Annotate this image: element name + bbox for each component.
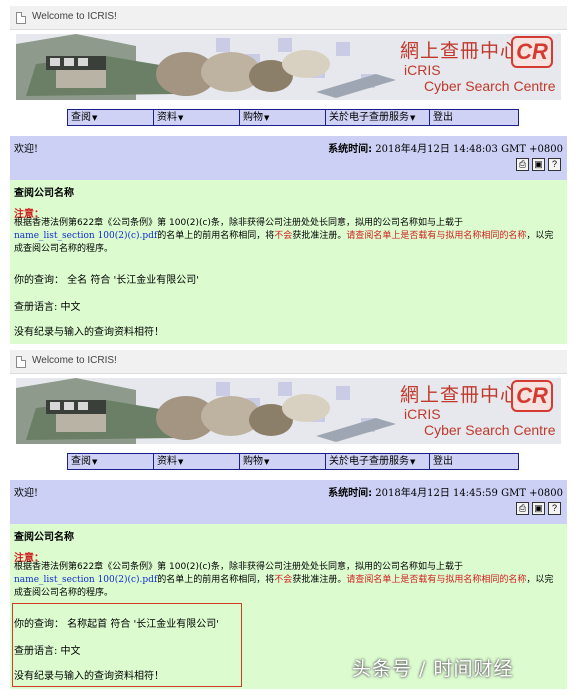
notice-text: 获批准注册。 [292,575,347,585]
menu-label: 购物 [243,112,263,123]
banner-cyber-search-text: Cyber Search Centre [424,422,556,438]
page-icon [16,356,26,368]
menu-label: 登出 [433,456,453,467]
help-icon[interactable]: ? [548,502,561,515]
query-text: 你的查询： 全名 符合 '长江金业有限公司' [14,275,200,286]
banner-icris-text: iCRIS [404,62,441,78]
banner-cyber-search-text: Cyber Search Centre [424,78,556,94]
menu-label: 资料 [157,112,177,123]
cr-logo: CR [511,36,553,68]
printer-icon[interactable]: ⎙ [516,158,529,171]
caret-down-icon: ▼ [178,114,184,122]
caret-down-icon: ▼ [92,114,98,122]
menu-logout[interactable]: 登出 [430,110,518,125]
caret-down-icon: ▼ [264,458,270,466]
menu-shopping[interactable]: 购物▼ [240,454,326,469]
menu-info[interactable]: 资料▼ [154,454,240,469]
result-message: 没有纪录与输入的查询资料相符！ [14,671,164,682]
page-heading: 查阅公司名称 [14,532,74,543]
search-language: 查册语言: 中文 [14,646,81,657]
name-list-pdf-link[interactable]: name_list_section 100(2)(c).pdf [14,231,157,241]
save-icon[interactable]: ▣ [532,158,545,171]
notice-text: 根据香港法例第622章《公司条例》第 100(2)(c)条，除非获得公司注册处处… [14,562,463,572]
icris-screenshot-2: Welcome to ICRIS! 網上查冊中心 CR iCRIS Cyber … [10,350,567,689]
notice-text: 的名单上的前用名称相同，将 [157,231,275,241]
menu-label: 登出 [433,112,453,123]
help-icon[interactable]: ? [548,158,561,171]
menu-label: 关於电子查册服务 [329,112,409,123]
tab-title: Welcome to ICRIS! [32,355,117,366]
notice-warning: 不会 [274,575,293,585]
query-text: 你的查询： 名称起首 符合 '长江金业有限公司' [14,619,220,630]
welcome-text: 欢迎! [14,144,39,155]
search-result-content: 查阅公司名称 注意： 根据香港法例第622章《公司条例》第 100(2)(c)条… [10,180,567,344]
system-time-value: 2018年4月12日 14:45:59 GMT +0800 [375,488,563,499]
notice-text: 根据香港法例第622章《公司条例》第 100(2)(c)条，除非获得公司注册处处… [14,218,463,228]
menu-shopping[interactable]: 购物▼ [240,110,326,125]
browser-tab[interactable]: Welcome to ICRIS! [10,6,567,30]
printer-icon[interactable]: ⎙ [516,502,529,515]
caret-down-icon: ▼ [92,458,98,466]
tab-title: Welcome to ICRIS! [32,11,117,22]
main-menu-bar: 查阅▼ 资料▼ 购物▼ 关於电子查册服务▼ 登出 [67,453,519,470]
browser-tab[interactable]: Welcome to ICRIS! [10,350,567,374]
banner-chinese-title: 網上查冊中心 [400,384,521,406]
legal-notice: 根据香港法例第622章《公司条例》第 100(2)(c)条，除非获得公司注册处处… [14,217,562,256]
menu-info[interactable]: 资料▼ [154,110,240,125]
icris-banner: 網上查冊中心 CR iCRIS Cyber Search Centre [16,34,561,100]
menu-label: 查阅 [71,112,91,123]
system-time: 系统时间: 2018年4月12日 14:48:03 GMT +0800 [328,140,563,155]
notice-warning: 不会 [274,231,293,241]
legal-notice: 根据香港法例第622章《公司条例》第 100(2)(c)条，除非获得公司注册处处… [14,561,562,600]
welcome-text: 欢迎! [14,488,39,499]
caret-down-icon: ▼ [410,114,416,122]
system-time: 系统时间: 2018年4月12日 14:45:59 GMT +0800 [328,484,563,499]
welcome-bar: 欢迎! 系统时间: 2018年4月12日 14:45:59 GMT +0800 … [10,480,567,524]
menu-about[interactable]: 关於电子查册服务▼ [326,454,430,469]
caret-down-icon: ▼ [178,458,184,466]
notice-text: 的名单上的前用名称相同，将 [157,575,275,585]
name-list-pdf-link[interactable]: name_list_section 100(2)(c).pdf [14,575,157,585]
menu-search[interactable]: 查阅▼ [68,110,154,125]
main-menu-bar: 查阅▼ 资料▼ 购物▼ 关於电子查册服务▼ 登出 [67,109,519,126]
welcome-bar: 欢迎! 系统时间: 2018年4月12日 14:48:03 GMT +0800 … [10,136,567,180]
cr-logo: CR [511,380,553,412]
system-time-label: 系统时间: [328,144,373,155]
system-time-label: 系统时间: [328,488,373,499]
menu-label: 查阅 [71,456,91,467]
system-time-value: 2018年4月12日 14:48:03 GMT +0800 [375,144,563,155]
menu-about[interactable]: 关於电子查册服务▼ [326,110,430,125]
notice-warning: 请查阅名单上是否载有与拟用名称相同的名称 [346,575,527,585]
toolbar-icons: ⎙ ▣ ? [516,502,561,515]
menu-logout[interactable]: 登出 [430,454,518,469]
toolbar-icons: ⎙ ▣ ? [516,158,561,171]
page-heading: 查阅公司名称 [14,188,74,199]
save-icon[interactable]: ▣ [532,502,545,515]
notice-text: 获批准注册。 [292,231,347,241]
caret-down-icon: ▼ [410,458,416,466]
notice-warning: 请查阅名单上是否载有与拟用名称相同的名称 [346,231,527,241]
search-language: 查册语言: 中文 [14,302,81,313]
menu-search[interactable]: 查阅▼ [68,454,154,469]
icris-banner: 網上查冊中心 CR iCRIS Cyber Search Centre [16,378,561,444]
menu-label: 关於电子查册服务 [329,456,409,467]
menu-label: 资料 [157,456,177,467]
menu-label: 购物 [243,456,263,467]
watermark: 头条号 / 时间财经 [352,658,514,680]
banner-chinese-title: 網上查冊中心 [400,40,521,62]
caret-down-icon: ▼ [264,114,270,122]
page-icon [16,12,26,24]
banner-icris-text: iCRIS [404,406,441,422]
result-message: 没有纪录与输入的查询资料相符！ [14,327,164,338]
icris-screenshot-1: Welcome to ICRIS! 網上查冊中心 CR iCRIS Cyber … [10,6,567,344]
